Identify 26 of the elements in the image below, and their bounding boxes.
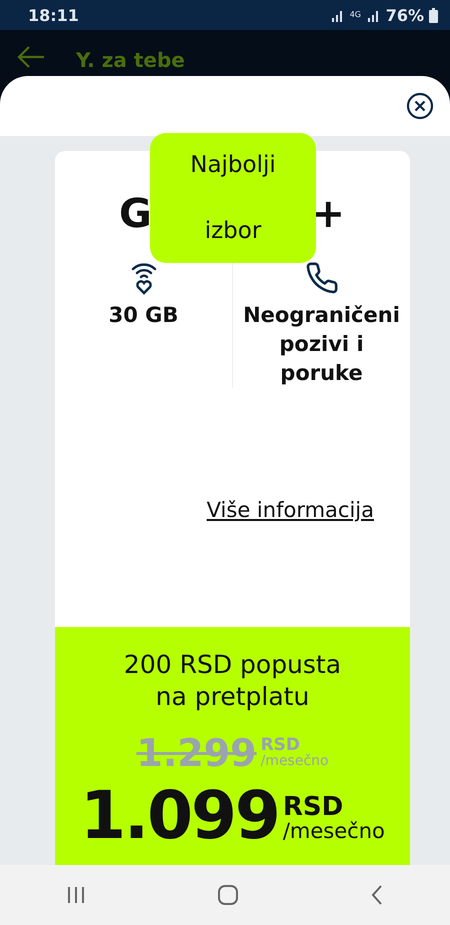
signal-icon: [330, 8, 345, 22]
phone-icon: [304, 261, 338, 295]
recent-apps-icon[interactable]: [66, 886, 86, 904]
network-type: 4G: [350, 11, 362, 19]
home-icon[interactable]: [216, 884, 239, 906]
old-period: /mesečno: [260, 754, 329, 769]
status-time: 18:11: [28, 6, 79, 24]
old-currency: RSD: [260, 736, 300, 754]
back-arrow-icon[interactable]: [16, 45, 46, 69]
battery-icon: [429, 8, 438, 22]
period: /mesečno: [282, 820, 385, 843]
back-icon[interactable]: [370, 884, 384, 906]
page-title: Y. za tebe: [76, 48, 185, 72]
price: 1.099: [80, 783, 279, 849]
plan-title: G: [119, 191, 152, 237]
battery-percent: 76%: [386, 6, 424, 24]
wifi-heart-icon: [130, 261, 158, 295]
currency: RSD: [282, 794, 344, 820]
best-choice-badge: Najbolji izbor: [150, 133, 316, 263]
old-price: 1.299: [136, 731, 257, 775]
feature-label: 30 GB: [108, 302, 178, 329]
discount-text: 200 RSD popusta na pretplatu: [122, 649, 342, 713]
signal-icon: [366, 8, 381, 22]
feature-label: Neograničeni pozivi i poruke: [242, 302, 401, 387]
more-info-link[interactable]: Više informacija: [206, 498, 374, 522]
close-icon[interactable]: [406, 92, 434, 120]
